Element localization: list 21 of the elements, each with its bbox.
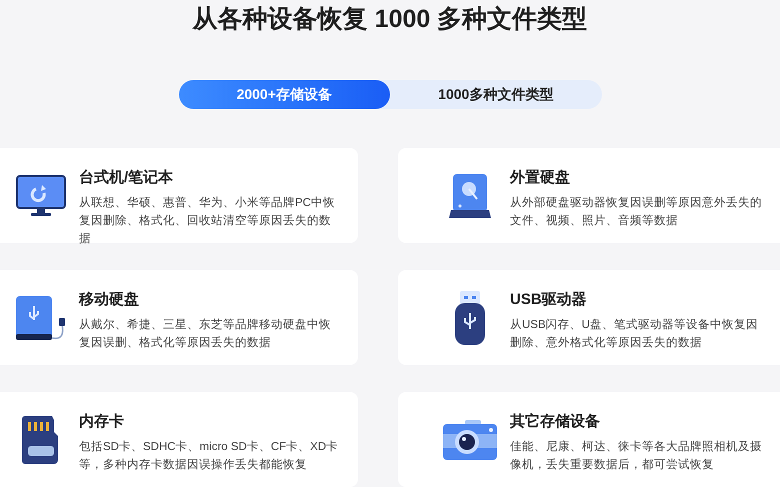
device-description: 从戴尔、希捷、三星、东芝等品牌移动硬盘中恢复因误删、格式化等原因丢失的数据 bbox=[79, 318, 332, 351]
device-title: 内存卡 bbox=[79, 412, 125, 432]
usb-hard-drive-icon bbox=[16, 294, 66, 342]
memory-card-icon bbox=[22, 416, 60, 464]
device-title: USB驱动器 bbox=[510, 290, 588, 310]
device-title: 其它存储设备 bbox=[510, 412, 601, 432]
monitor-icon bbox=[16, 174, 66, 216]
camera-icon bbox=[443, 420, 497, 460]
hard-drive-icon bbox=[449, 174, 491, 218]
device-title: 台式机/笔记本 bbox=[79, 168, 174, 188]
page-heading: 从各种设备恢复 1000 多种文件类型 bbox=[192, 4, 588, 35]
device-title: 移动硬盘 bbox=[79, 290, 140, 310]
device-description: 包括SD卡、SDHC卡、micro SD卡、CF卡、XD卡等，多种内存卡数据因误操作丢失都能恢复 bbox=[79, 440, 340, 473]
device-description: 从USB闪存、U盘、笔式驱动器等设备中恢复因删除、意外格式化等原因丢失的数据 bbox=[510, 318, 759, 351]
tab[interactable]: 1000多种文件类型 bbox=[390, 80, 602, 109]
device-description: 佳能、尼康、柯达、徕卡等各大品牌照相机及摄像机，丢失重要数据后，都可尝试恢复 bbox=[510, 439, 763, 473]
usb-stick-icon bbox=[455, 290, 485, 344]
device-title: 外置硬盘 bbox=[510, 168, 571, 188]
device-description: 从外部硬盘驱动器恢复因误删等原因意外丢失的文件、视频、照片、音频等数据 bbox=[510, 195, 763, 229]
device-description: 从联想、华硕、惠普、华为、小米等品牌PC中恢复因删除、格式化、回收站清空等原因丢失的数据 bbox=[79, 195, 336, 247]
tab[interactable]: 2000+存储设备 bbox=[178, 80, 390, 109]
